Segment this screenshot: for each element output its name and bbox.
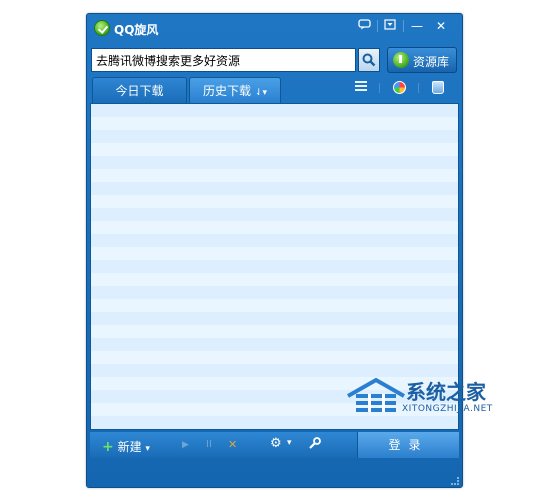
menu-icon[interactable] bbox=[380, 17, 400, 35]
trash-icon[interactable] bbox=[432, 81, 444, 94]
titlebar[interactable]: QQ旋风 — ✕ bbox=[87, 14, 462, 44]
resource-library-button[interactable]: 资源库 bbox=[387, 47, 457, 73]
settings-icon[interactable]: ⚙ bbox=[270, 436, 282, 451]
tab-today-downloads[interactable]: 今日下载 bbox=[92, 77, 187, 103]
search-button[interactable] bbox=[358, 48, 380, 72]
tab-bar: 今日下载 历史下载 ⇃▾ bbox=[87, 75, 462, 103]
tab-label: 今日下载 bbox=[115, 84, 164, 98]
house-logo-icon bbox=[347, 377, 405, 412]
start-icon[interactable]: ▶ bbox=[182, 440, 189, 450]
new-task-label: 新建 bbox=[117, 440, 142, 454]
watermark-url: XITONGZHIJIA.NET bbox=[402, 404, 493, 414]
tab-history-downloads[interactable]: 历史下载 ⇃▾ bbox=[189, 77, 281, 103]
title-divider bbox=[377, 20, 378, 32]
tools-icon[interactable] bbox=[308, 436, 322, 453]
window-title: QQ旋风 bbox=[114, 23, 159, 37]
plus-icon: + bbox=[102, 439, 114, 455]
list-icon[interactable] bbox=[355, 81, 367, 93]
qq-xuanfeng-logo-icon bbox=[94, 20, 110, 36]
download-icon bbox=[393, 52, 409, 68]
status-bar bbox=[87, 460, 462, 488]
watermark: 系统之家 XITONGZHIJIA.NET bbox=[346, 370, 531, 430]
toolbar-divider bbox=[379, 83, 380, 93]
new-task-button[interactable]: + 新建 ▾ bbox=[102, 438, 150, 455]
delete-icon[interactable]: ✕ bbox=[228, 438, 237, 451]
login-button[interactable]: 登录 bbox=[357, 432, 459, 458]
minimize-button[interactable]: — bbox=[407, 17, 427, 35]
search-input[interactable] bbox=[91, 48, 356, 72]
resize-grip-icon[interactable] bbox=[451, 477, 459, 485]
new-dropdown-icon[interactable]: ▾ bbox=[145, 444, 150, 454]
chat-icon[interactable] bbox=[354, 17, 374, 35]
watermark-title: 系统之家 bbox=[406, 380, 486, 404]
sort-dropdown-icon[interactable]: ⇃▾ bbox=[255, 88, 267, 98]
pause-icon[interactable]: II bbox=[206, 439, 212, 450]
search-icon bbox=[362, 53, 376, 67]
settings-dropdown-icon[interactable]: ▾ bbox=[287, 438, 292, 448]
color-icon[interactable] bbox=[393, 81, 406, 94]
toolbar-divider bbox=[418, 83, 419, 93]
resource-library-label: 资源库 bbox=[413, 55, 450, 69]
title-divider bbox=[403, 20, 404, 32]
close-button[interactable]: ✕ bbox=[431, 17, 451, 35]
tab-label: 历史下载 bbox=[202, 84, 251, 98]
